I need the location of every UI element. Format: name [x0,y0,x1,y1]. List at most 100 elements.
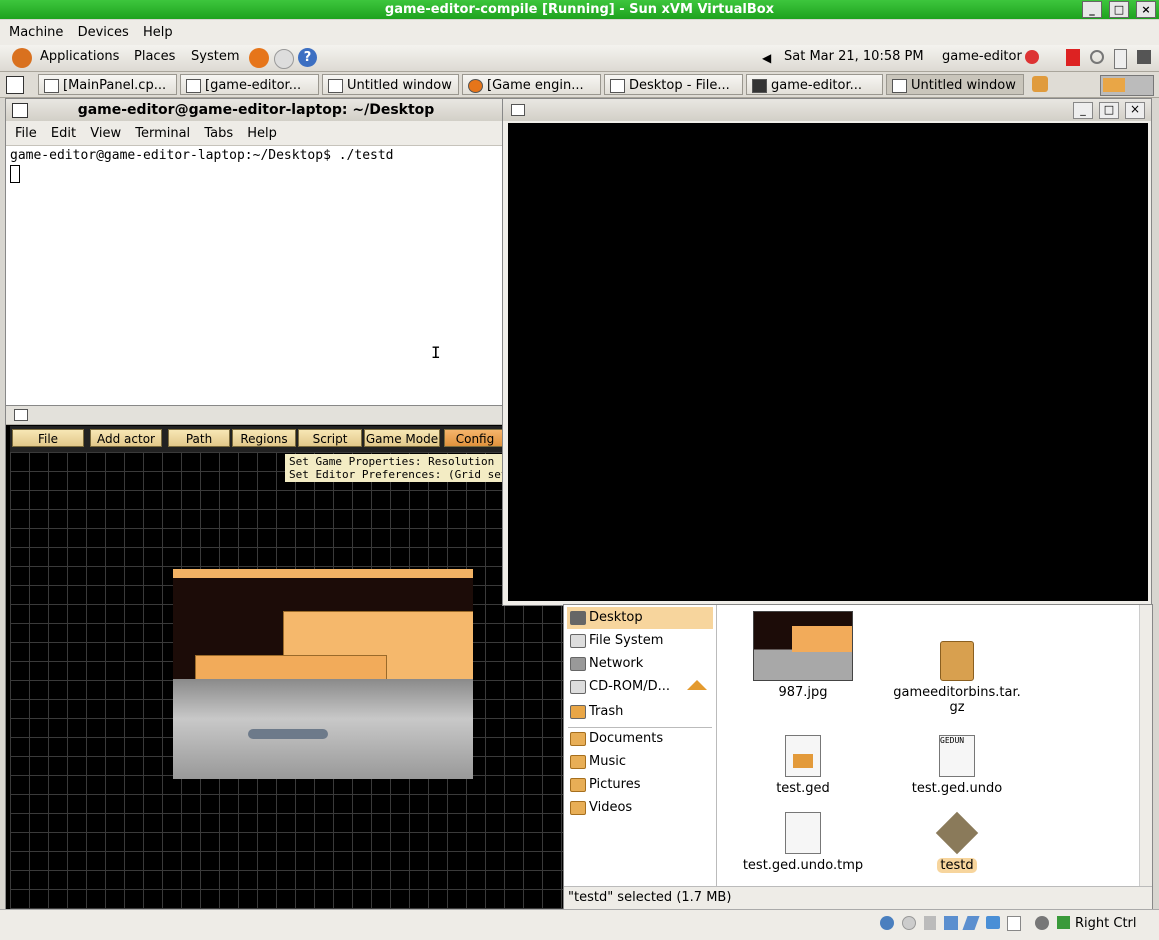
preview-boat [248,729,328,739]
file-badge: GEDUN [940,736,965,745]
terminal-window: game-editor@game-editor-laptop: ~/Deskto… [5,98,507,408]
search-icon[interactable] [1090,50,1104,64]
bookmark-documents[interactable]: Documents [567,728,713,750]
file-gameeditorbins[interactable]: gameeditorbins.tar. gz [887,641,1027,715]
task-mainpanel[interactable]: [MainPanel.cp... [38,74,177,95]
network-icon [570,657,586,671]
terminal-menu-file[interactable]: File [10,121,42,146]
harddisk-icon[interactable] [880,916,894,930]
terminal-prompt-line: game-editor@game-editor-laptop:~/Desktop… [10,148,394,163]
game-mode-button[interactable]: Game Mode [364,429,440,447]
user-switcher[interactable]: game-editor [942,49,1022,64]
place-cdrom[interactable]: CD-ROM/D... [567,676,713,698]
place-desktop[interactable]: Desktop [567,607,713,629]
maximize-icon[interactable]: □ [1109,1,1129,18]
text-cursor-icon: I [431,343,441,362]
task-game-editor-2[interactable]: game-editor... [746,74,883,95]
game-render-area[interactable] [508,123,1148,601]
bookmark-videos[interactable]: Videos [567,797,713,819]
maximize-icon[interactable]: □ [1099,102,1119,119]
ubuntu-logo-icon[interactable] [12,48,32,68]
menu-machine[interactable]: Machine [4,20,68,45]
terminal-menu-edit[interactable]: Edit [46,121,81,146]
terminal-menu-terminal[interactable]: Terminal [130,121,195,146]
volume-icon[interactable]: ◀ [762,51,771,65]
editor-icon [44,79,59,93]
add-actor-button[interactable]: Add actor [90,429,162,447]
firefox-icon [468,79,483,93]
file-icon-view[interactable]: 987.jpg gameeditorbins.tar. gz test.ged … [721,605,1139,886]
terminal-icon [752,79,767,93]
file-testd[interactable]: testd [887,811,1027,873]
vertical-scrollbar[interactable] [1139,605,1152,886]
script-button[interactable]: Script [298,429,362,447]
bookmark-music[interactable]: Music [567,751,713,773]
folder-icon [570,732,586,746]
firefox-icon[interactable] [249,48,269,68]
power-icon[interactable] [1025,50,1039,64]
vbox-statusbar: Right Ctrl [0,909,1159,940]
network-icon[interactable] [1137,50,1151,64]
workspace-1[interactable] [1103,78,1125,92]
menu-help[interactable]: Help [138,20,178,45]
config-button[interactable]: Config [444,429,506,447]
places-sidebar: Desktop File System Network CD-ROM/D... … [564,605,717,886]
workspace-switcher[interactable] [1100,75,1154,96]
task-game-engine[interactable]: [Game engin... [462,74,601,95]
floppy-icon[interactable] [924,916,936,930]
terminal-menu-help[interactable]: Help [242,121,282,146]
network-adapter-icon[interactable] [944,916,958,930]
terminal-titlebar[interactable]: game-editor@game-editor-laptop: ~/Deskto… [6,99,506,121]
folder-icon [570,755,586,769]
tooltip-line-1: Set Game Properties: Resolution [289,455,495,468]
terminal-output[interactable]: game-editor@game-editor-laptop:~/Desktop… [6,146,506,185]
mail-icon[interactable] [274,49,294,69]
menu-system[interactable]: System [191,49,239,64]
file-name: test.ged.undo [911,781,1003,796]
virtualization-icon [1007,916,1021,931]
trash-applet-icon[interactable] [1032,76,1048,92]
menu-devices[interactable]: Devices [73,20,134,45]
close-icon[interactable]: × [1136,1,1156,18]
file-browser-window: Desktop File System Network CD-ROM/D... … [563,604,1153,910]
menu-places[interactable]: Places [134,49,175,64]
file-test-ged-undo[interactable]: GEDUN test.ged.undo [887,735,1027,796]
text-file-icon: GEDUN [939,735,975,777]
regions-button[interactable]: Regions [232,429,296,447]
mouse-integration-icon[interactable] [1035,916,1049,930]
place-file-system[interactable]: File System [567,630,713,652]
bookmark-pictures[interactable]: Pictures [567,774,713,796]
shared-folders-icon[interactable] [986,916,1000,929]
place-trash[interactable]: Trash [567,701,713,723]
clock[interactable]: Sat Mar 21, 10:58 PM [784,49,924,64]
drive-icon [570,634,586,648]
file-987-jpg[interactable]: 987.jpg [733,611,873,700]
eject-icon[interactable] [687,680,707,690]
editor-file-button[interactable]: File [12,429,84,447]
task-desktop-file[interactable]: Desktop - File... [604,74,743,95]
place-network[interactable]: Network [567,653,713,675]
task-untitled-2[interactable]: Untitled window [886,74,1024,95]
path-button[interactable]: Path [168,429,230,447]
minimize-icon[interactable]: _ [1082,1,1102,18]
untitled-window-titlebar[interactable]: _ □ × [503,99,1151,121]
cd-icon[interactable] [902,916,916,930]
game-editor-titlebar[interactable] [6,406,566,425]
close-icon[interactable]: × [1125,102,1145,119]
editor-canvas[interactable] [10,452,566,909]
terminal-menu-view[interactable]: View [85,121,126,146]
minimize-icon[interactable]: _ [1073,102,1093,119]
show-desktop-icon[interactable] [6,76,24,94]
config-tooltip: Set Game Properties: Resolution Set Edit… [285,454,510,482]
usb-icon[interactable] [962,916,980,930]
help-icon[interactable]: ? [298,48,317,67]
terminal-menu-tabs[interactable]: Tabs [199,121,238,146]
terminal-icon [186,79,201,93]
task-game-editor-1[interactable]: [game-editor... [180,74,319,95]
update-icon[interactable] [1066,49,1080,66]
task-untitled-1[interactable]: Untitled window [322,74,459,95]
menu-applications[interactable]: Applications [40,49,119,64]
file-test-ged[interactable]: test.ged [733,735,873,796]
file-manager-icon [610,79,625,93]
file-test-ged-undo-tmp[interactable]: test.ged.undo.tmp [733,812,873,873]
